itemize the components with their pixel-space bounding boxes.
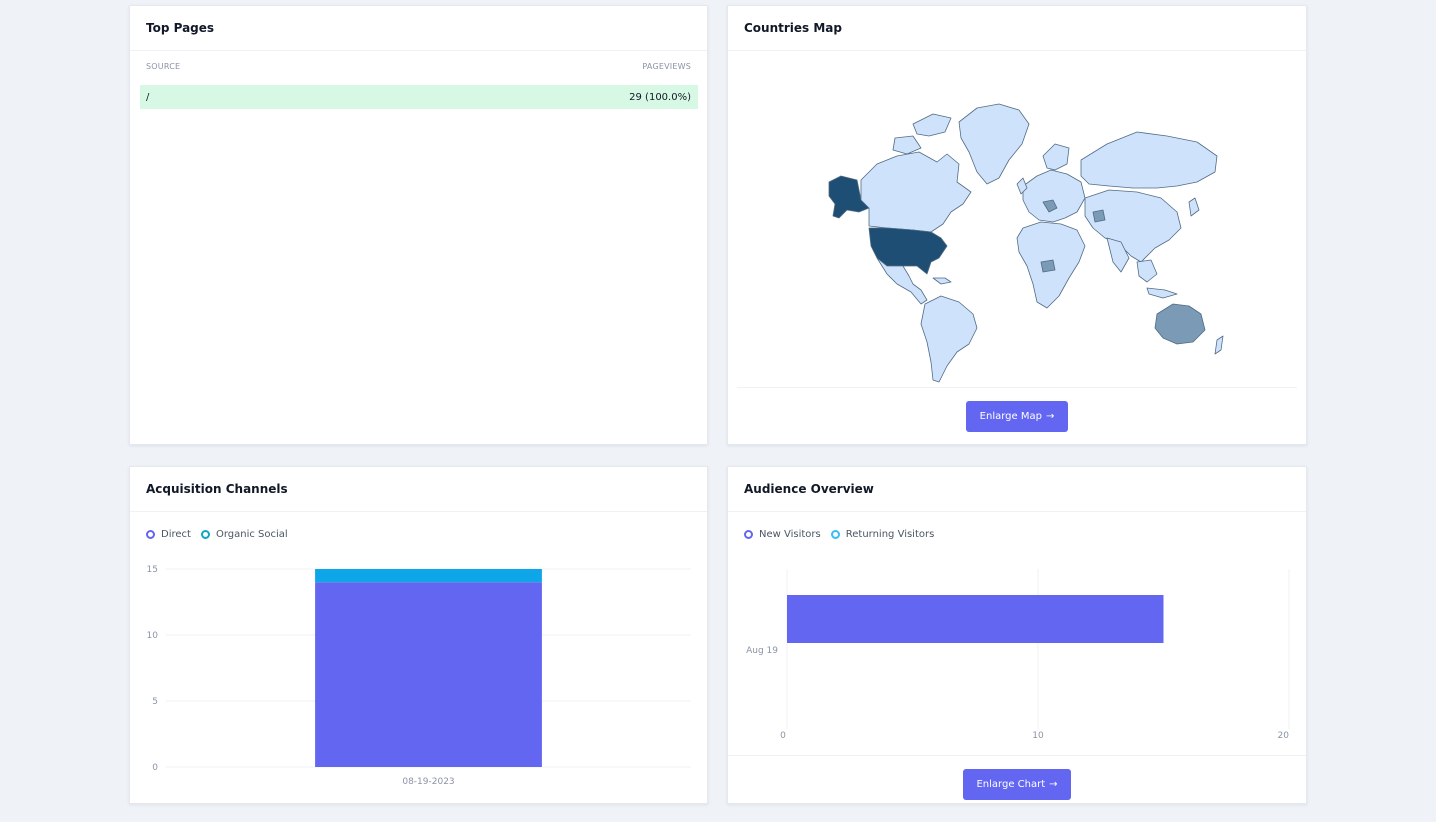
x-tick-label: 10 [1032, 731, 1044, 741]
top-pages-header: Top Pages [130, 6, 707, 51]
map-indonesia [1146, 287, 1178, 299]
map-japan [1188, 197, 1200, 217]
bar-organic-social [315, 569, 542, 583]
countries-map-card: Countries Map Enlarge Map → [727, 5, 1307, 445]
pageviews-column-header: PAGEVIEWS [642, 62, 691, 71]
y-tick-label: 15 [147, 565, 158, 575]
map-canada-islands-2 [892, 135, 922, 155]
table-row[interactable]: / 29 (100.0%) [140, 85, 698, 109]
x-tick-label: 08-19-2023 [402, 777, 454, 787]
map-canada [860, 151, 972, 233]
countries-map-title: Countries Map [744, 21, 842, 35]
legend-item-new-visitors[interactable]: New Visitors [744, 529, 821, 540]
map-scandinavia [1042, 143, 1070, 171]
enlarge-map-button[interactable]: Enlarge Map → [966, 401, 1068, 432]
bar-direct [315, 582, 542, 767]
audience-footer-divider [728, 755, 1306, 756]
map-africa-mid [1040, 259, 1056, 273]
enlarge-chart-label: Enlarge Chart [976, 779, 1046, 790]
map-asia-mid [1092, 209, 1106, 223]
y-tick-label: Aug 19 [746, 646, 778, 656]
row-pageviews: 29 (100.0%) [629, 91, 691, 103]
circle-icon [744, 530, 753, 539]
legend-item-organic-social[interactable]: Organic Social [200, 529, 288, 540]
legend-label-returning-visitors: Returning Visitors [845, 529, 935, 540]
y-tick-label: 10 [147, 631, 159, 641]
circle-icon [830, 530, 840, 539]
map-caribbean [932, 277, 952, 285]
x-tick-label: 20 [1278, 731, 1290, 741]
map-new-zealand [1214, 335, 1224, 355]
legend-label-direct: Direct [161, 529, 191, 540]
acquisition-header: Acquisition Channels [130, 467, 707, 512]
legend-item-direct[interactable]: Direct [146, 529, 191, 540]
acquisition-channels-card: Acquisition Channels Direct Organic Soci… [129, 466, 708, 804]
acquisition-legend: Direct Organic Social [146, 529, 288, 540]
map-south-america [920, 295, 978, 383]
enlarge-chart-button[interactable]: Enlarge Chart → [963, 769, 1071, 800]
arrow-right-icon: → [1049, 779, 1058, 790]
world-map[interactable] [737, 52, 1297, 388]
circle-icon [200, 530, 210, 539]
top-pages-card: Top Pages SOURCE PAGEVIEWS / 29 (100.0%) [129, 5, 708, 445]
audience-chart: 0 10 20 Aug 19 [746, 569, 1290, 741]
y-tick-label: 5 [152, 697, 158, 707]
legend-label-organic-social: Organic Social [215, 529, 288, 540]
map-russia [1080, 131, 1218, 189]
audience-legend: New Visitors Returning Visitors [744, 529, 934, 540]
arrow-right-icon: → [1045, 411, 1055, 422]
table-header: SOURCE PAGEVIEWS [146, 62, 691, 71]
source-column-header: SOURCE [146, 62, 181, 71]
audience-overview-card: Audience Overview New Visitors Returning… [727, 466, 1307, 804]
map-europe [1022, 169, 1086, 223]
map-usa [868, 227, 948, 275]
map-southeast-asia [1136, 259, 1158, 283]
map-canada-islands [912, 113, 952, 137]
countries-map-header: Countries Map [728, 6, 1306, 51]
map-asia [1084, 189, 1182, 263]
audience-header: Audience Overview [728, 467, 1306, 512]
legend-item-returning-visitors[interactable]: Returning Visitors [830, 529, 935, 540]
map-australia [1154, 303, 1206, 345]
top-pages-title: Top Pages [146, 21, 215, 35]
audience-title: Audience Overview [744, 482, 874, 496]
enlarge-map-label: Enlarge Map [979, 411, 1042, 422]
row-source[interactable]: / [146, 92, 149, 103]
bar-new-visitors [787, 595, 1164, 643]
world-map-area [737, 52, 1297, 388]
y-tick-label: 0 [152, 763, 158, 773]
x-tick-label: 0 [780, 731, 786, 741]
acquisition-title: Acquisition Channels [146, 482, 288, 496]
legend-label-new-visitors: New Visitors [759, 529, 821, 540]
acquisition-chart: 15 10 5 0 08-19-2023 [147, 565, 691, 787]
circle-icon [146, 530, 155, 539]
map-greenland [958, 103, 1030, 185]
